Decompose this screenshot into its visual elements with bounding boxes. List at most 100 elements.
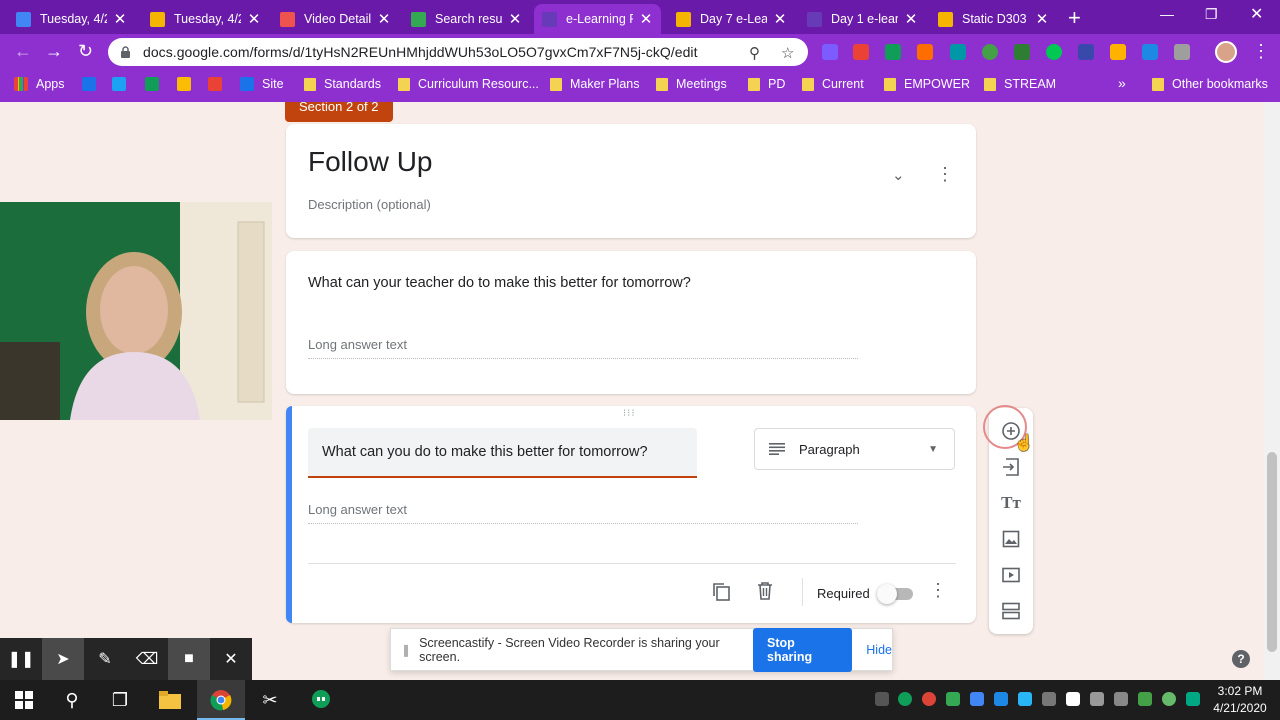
volume-icon[interactable]	[1042, 692, 1056, 706]
extension-icon[interactable]	[1142, 44, 1158, 60]
address-bar[interactable]: docs.google.com/forms/d/1tyHsN2REUnHMhjd…	[108, 38, 808, 66]
collapse-section-icon[interactable]: ⌄	[892, 166, 905, 184]
add-image-icon[interactable]	[1000, 528, 1022, 550]
bookmark-drive[interactable]	[177, 77, 199, 91]
close-tab-icon[interactable]: ✕	[1035, 10, 1049, 28]
bookmark-classroom[interactable]	[145, 77, 167, 91]
camera-icon[interactable]: ■	[168, 638, 210, 680]
tray-icon[interactable]	[898, 692, 912, 706]
bookmark-current[interactable]: Current	[802, 77, 864, 91]
drag-grip-icon[interactable]: ❚	[401, 643, 411, 657]
browser-tab[interactable]: Video Detail ✕	[272, 4, 399, 34]
file-explorer-icon[interactable]	[158, 688, 182, 712]
webcam-overlay[interactable]	[0, 202, 272, 420]
extension-icon[interactable]	[917, 44, 933, 60]
bookmark-star-icon[interactable]: ☆	[781, 44, 794, 62]
duplicate-icon[interactable]	[712, 582, 730, 606]
forward-icon[interactable]: →	[45, 41, 63, 62]
browser-tab[interactable]: Tuesday, 4/2 ✕	[142, 4, 269, 34]
bookmark-site[interactable]: Site	[240, 77, 284, 91]
extension-icon[interactable]	[822, 44, 838, 60]
question-card-2[interactable]: ⁝⁝⁝ What can you do to make this better …	[286, 406, 976, 623]
extension-icon[interactable]	[885, 44, 901, 60]
bookmark-curriculum-resourc[interactable]: Curriculum Resourc...	[398, 77, 539, 91]
tray-icon[interactable]	[1138, 692, 1152, 706]
close-tab-icon[interactable]: ✕	[113, 10, 127, 28]
profile-avatar[interactable]	[1215, 41, 1237, 63]
question-title-input[interactable]: What can you do to make this better for …	[308, 428, 697, 478]
pause-icon[interactable]: ❚❚	[0, 638, 42, 680]
task-view-icon[interactable]: ❐	[108, 688, 132, 712]
chrome-tray-icon[interactable]	[922, 692, 936, 706]
close-tab-icon[interactable]: ✕	[904, 10, 918, 28]
add-section-icon[interactable]	[1000, 600, 1022, 622]
extension-icon[interactable]	[1046, 44, 1062, 60]
zoom-icon[interactable]: ⚲	[749, 44, 760, 62]
bookmarks-overflow-button[interactable]: »	[1118, 75, 1126, 91]
windows-start-icon[interactable]	[12, 688, 36, 712]
bookmark-pd[interactable]: PD	[748, 77, 785, 91]
extension-icon[interactable]	[950, 44, 966, 60]
help-icon[interactable]: ?	[1232, 650, 1250, 668]
bookmark-calendar[interactable]	[82, 77, 104, 91]
add-video-icon[interactable]	[1000, 564, 1022, 586]
extension-icon[interactable]	[982, 44, 998, 60]
tray-icon[interactable]	[970, 692, 984, 706]
bookmark-stream[interactable]: STREAM	[984, 77, 1056, 91]
browser-tab[interactable]: e-Learning R ✕	[534, 4, 661, 34]
section-title[interactable]: Follow Up	[308, 146, 432, 178]
stop-sharing-button[interactable]: Stop sharing	[753, 627, 853, 672]
hangouts-icon[interactable]	[309, 688, 333, 712]
close-window-button[interactable]: ✕	[1250, 4, 1263, 24]
back-icon[interactable]: ←	[14, 41, 32, 62]
import-questions-icon[interactable]	[1000, 456, 1022, 478]
system-clock[interactable]: 3:02 PM 4/21/2020	[1204, 683, 1276, 717]
question-title[interactable]: What can your teacher do to make this be…	[308, 275, 691, 291]
new-tab-button[interactable]: +	[1068, 5, 1081, 31]
reload-icon[interactable]: ↻	[78, 41, 93, 62]
page-scrollbar[interactable]	[1264, 102, 1280, 680]
close-tab-icon[interactable]: ✕	[377, 10, 391, 28]
close-icon[interactable]: ✕	[210, 638, 252, 680]
snipping-tool-icon[interactable]: ✂	[258, 688, 282, 712]
bookmark-twitter[interactable]	[112, 77, 134, 91]
browser-tab[interactable]: Static D303 ✕	[930, 4, 1057, 34]
question-type-dropdown[interactable]: Paragraph ▼	[754, 428, 955, 470]
close-tab-icon[interactable]: ✕	[639, 10, 653, 28]
wifi-icon[interactable]	[1090, 692, 1104, 706]
tray-icon[interactable]	[994, 692, 1008, 706]
bookmark-maker-plans[interactable]: Maker Plans	[550, 77, 639, 91]
required-toggle[interactable]	[877, 584, 913, 604]
close-tab-icon[interactable]: ✕	[508, 10, 522, 28]
extension-icon[interactable]	[1174, 44, 1190, 60]
bookmark-standards[interactable]: Standards	[304, 77, 381, 91]
section-description-field[interactable]: Description (optional)	[308, 197, 431, 212]
browser-tab[interactable]: Day 7 e-Lear ✕	[668, 4, 795, 34]
extension-icon[interactable]	[1078, 44, 1094, 60]
scrollbar-thumb[interactable]	[1267, 452, 1277, 652]
eraser-icon[interactable]: ⌫	[126, 638, 168, 680]
search-icon[interactable]: ⚲	[60, 688, 84, 712]
tray-icon[interactable]	[1018, 692, 1032, 706]
pen-icon[interactable]: ✎	[84, 638, 126, 680]
browser-tab[interactable]: Tuesday, 4/2 ✕	[8, 4, 135, 34]
tray-icon[interactable]	[1162, 692, 1176, 706]
browser-tab[interactable]: Search resul ✕	[403, 4, 530, 34]
section-more-icon[interactable]: ⋮	[936, 164, 954, 185]
pointer-icon[interactable]: ➤	[42, 638, 84, 680]
bookmark-empower[interactable]: EMPOWER	[884, 77, 970, 91]
extension-icon[interactable]	[1110, 44, 1126, 60]
other-bookmarks-folder[interactable]: Other bookmarks	[1152, 77, 1268, 91]
drag-handle-icon[interactable]: ⁝⁝⁝	[623, 408, 636, 419]
minimize-button[interactable]: —	[1160, 6, 1174, 22]
camera-tray-icon[interactable]	[875, 692, 889, 706]
section-header-card[interactable]: Follow Up Description (optional) ⌄ ⋮	[286, 124, 976, 238]
tray-icon[interactable]	[1186, 692, 1200, 706]
bookmark-apps[interactable]: Apps	[14, 77, 65, 91]
browser-tab[interactable]: Day 1 e-lear ✕	[799, 4, 926, 34]
question-card-1[interactable]: What can your teacher do to make this be…	[286, 251, 976, 394]
shield-icon[interactable]	[1066, 692, 1080, 706]
extension-icon[interactable]	[853, 44, 869, 60]
question-more-icon[interactable]: ⋮	[929, 580, 947, 601]
close-tab-icon[interactable]: ✕	[247, 10, 261, 28]
